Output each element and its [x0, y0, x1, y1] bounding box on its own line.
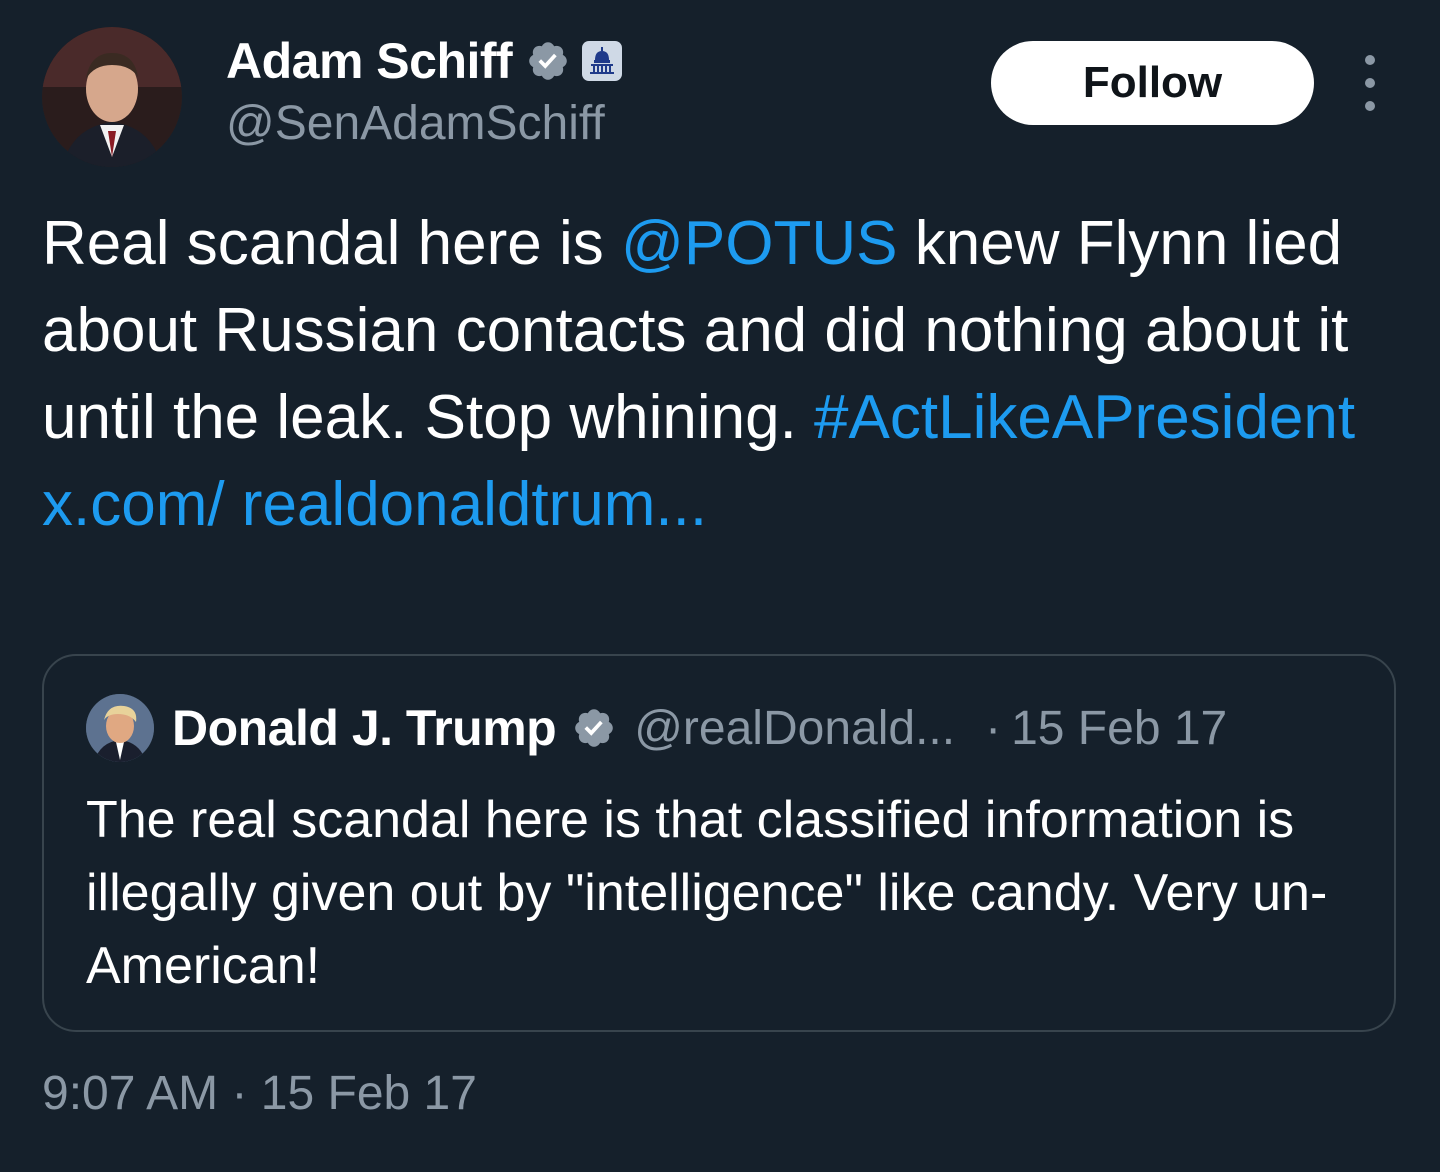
quoted-tweet-card[interactable]: Donald J. Trump @realDonald... · 15 Feb … [42, 654, 1396, 1032]
mention-link[interactable]: @POTUS [621, 209, 898, 278]
url-link[interactable]: x.com/ realdonaldtrum... [42, 470, 707, 539]
author-name[interactable]: Adam Schiff [226, 32, 513, 90]
author-name-row: Adam Schiff [226, 30, 623, 92]
quoted-author-avatar[interactable] [86, 694, 154, 762]
tweet-text: Real scandal here is @POTUS knew Flynn l… [42, 200, 1372, 548]
quoted-tweet-header: Donald J. Trump @realDonald... · 15 Feb … [86, 694, 1227, 762]
quoted-tweet-text: The real scandal here is that classified… [86, 791, 1328, 995]
more-dot [1365, 55, 1375, 65]
author-avatar[interactable] [42, 27, 182, 167]
hashtag-link[interactable]: #ActLikeAPresident [814, 383, 1355, 452]
tweet-text-segment: Real scandal here is [42, 209, 621, 278]
separator-dot: · [985, 701, 1002, 755]
more-vertical-icon[interactable] [1352, 55, 1388, 111]
tweet-timestamp[interactable]: 9:07 AM · 15 Feb 17 [42, 1066, 477, 1121]
follow-button[interactable]: Follow [991, 41, 1314, 125]
verified-badge-icon[interactable] [526, 39, 570, 83]
quoted-author-name[interactable]: Donald J. Trump [172, 699, 557, 757]
capitol-building-icon[interactable] [582, 41, 623, 81]
verified-badge-icon[interactable] [572, 706, 616, 750]
more-dot [1365, 78, 1375, 88]
quoted-tweet-date[interactable]: 15 Feb 17 [1011, 701, 1227, 756]
author-handle[interactable]: @SenAdamSchiff [226, 96, 605, 151]
quoted-author-handle[interactable]: @realDonald... [634, 701, 955, 756]
more-dot [1365, 101, 1375, 111]
